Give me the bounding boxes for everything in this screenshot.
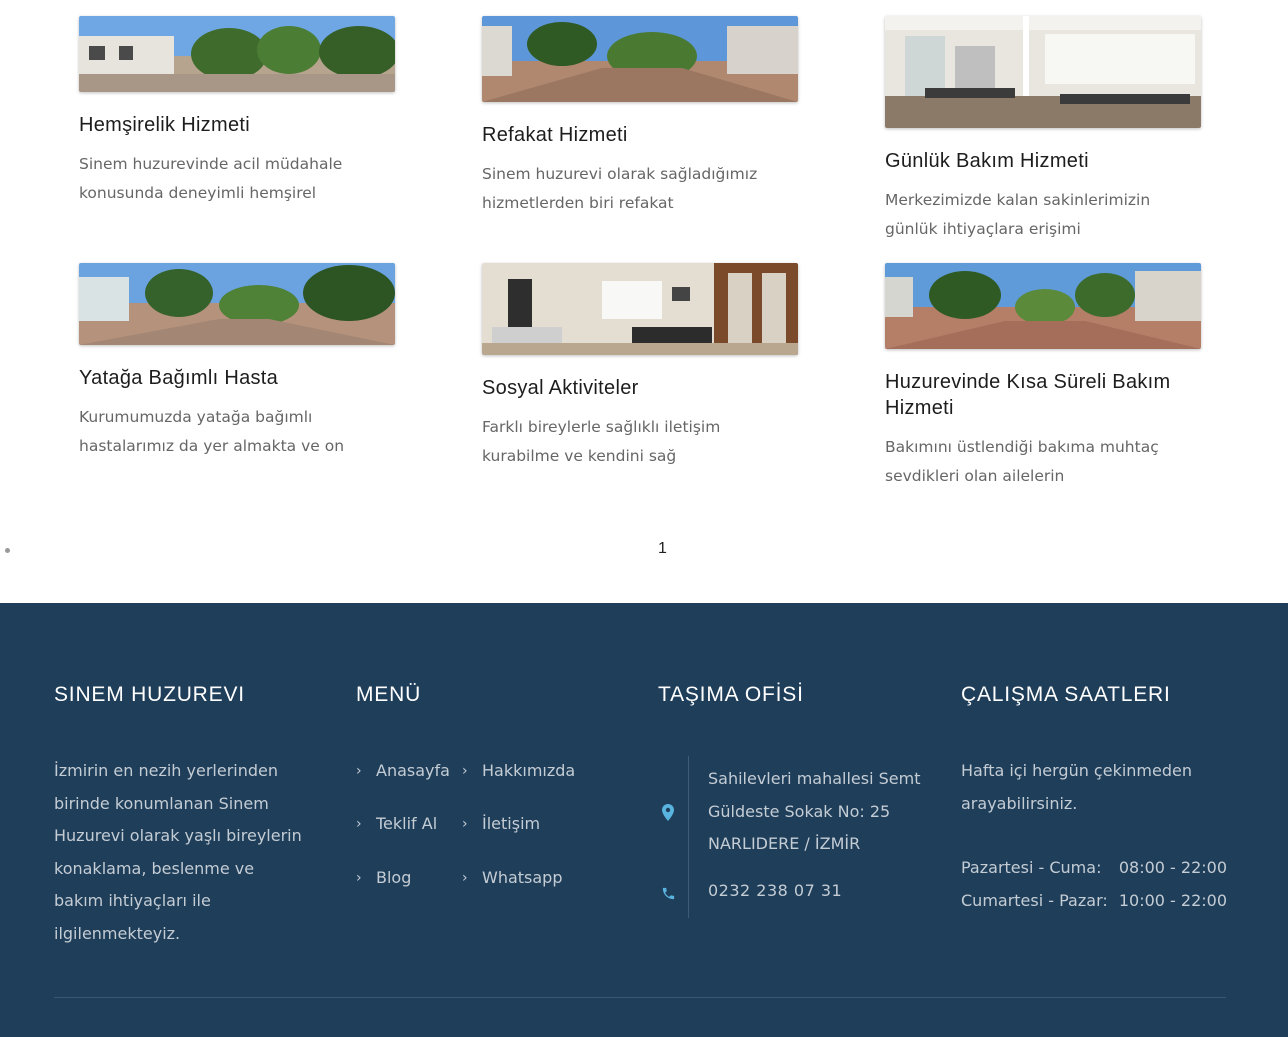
service-description: Merkezimizde kalan sakinlerimizin günlük… — [885, 191, 1151, 238]
service-card[interactable]: Günlük Bakım Hizmeti Merkezimizde kalan … — [885, 16, 1203, 244]
footer-menu-label[interactable]: Anasayfa — [376, 761, 450, 780]
footer-divider — [54, 997, 1226, 998]
hours-day: Pazartesi - Cuma: — [961, 858, 1102, 877]
footer-menu-label[interactable]: İletişim — [482, 814, 540, 833]
pagination-page-1[interactable]: 1 — [658, 540, 667, 558]
hours-time: 08:00 - 22:00 — [1118, 858, 1227, 877]
footer-menu-item[interactable]: › İletişim — [462, 814, 540, 833]
footer-menu-item[interactable]: › Hakkımızda — [462, 761, 575, 780]
hours-row: Cumartesi - Pazar: 10:00 - 22:00 — [961, 891, 1227, 910]
footer-menu-item[interactable]: › Anasayfa — [356, 761, 450, 780]
chevron-right-icon: › — [356, 815, 362, 832]
hours-intro: Hafta içi hergün çekinmeden arayabilirsi… — [961, 761, 1192, 813]
footer-menu-label[interactable]: Hakkımızda — [482, 761, 575, 780]
phone-icon — [661, 886, 676, 905]
service-image[interactable] — [885, 16, 1201, 128]
chevron-right-icon: › — [462, 815, 468, 832]
office-phone[interactable]: 0232 238 07 31 — [708, 881, 842, 900]
footer-about-text: İzmirin en nezih yerlerinden birinde kon… — [54, 761, 302, 943]
service-card[interactable]: Refakat Hizmeti Sinem huzurevi olarak sa… — [482, 16, 800, 218]
map-pin-icon — [662, 804, 674, 825]
service-title[interactable]: Refakat Hizmeti — [482, 122, 800, 148]
service-image[interactable] — [885, 263, 1201, 349]
service-title[interactable]: Sosyal Aktiviteler — [482, 375, 800, 401]
hours-time: 10:00 - 22:00 — [1118, 891, 1227, 910]
chevron-right-icon: › — [462, 869, 468, 886]
service-title[interactable]: Yatağa Bağımlı Hasta — [79, 365, 397, 391]
service-title[interactable]: Huzurevinde Kısa Süreli Bakım Hizmeti — [885, 369, 1203, 421]
service-description: Bakımını üstlendiği bakıma muhtaç sevdik… — [885, 438, 1159, 485]
service-card[interactable]: Hemşirelik Hizmeti Sinem huzurevinde aci… — [79, 16, 397, 208]
service-image[interactable] — [482, 16, 798, 102]
footer-menu-label[interactable]: Whatsapp — [482, 868, 563, 887]
services-grid: Hemşirelik Hizmeti Sinem huzurevinde aci… — [0, 0, 1288, 603]
footer-menu-label[interactable]: Blog — [376, 868, 411, 887]
footer-menu-item[interactable]: › Teklif Al — [356, 814, 437, 833]
footer-office-title: TAŞIMA OFİSİ — [658, 683, 804, 706]
service-description: Kurumumuzda yatağa bağımlı hastalarımız … — [79, 408, 345, 455]
service-description: Farklı bireylerle sağlıklı iletişim kura… — [482, 418, 721, 465]
office-divider — [688, 756, 689, 918]
pagination-bullet — [5, 548, 10, 553]
footer-hours-title: ÇALIŞMA SAATLERI — [961, 683, 1171, 706]
service-description: Sinem huzurevi olarak sağladığımız hizme… — [482, 165, 758, 212]
footer-menu-label[interactable]: Teklif Al — [376, 814, 437, 833]
chevron-right-icon: › — [356, 869, 362, 886]
footer-menu-item[interactable]: › Blog — [356, 868, 411, 887]
hours-row: Pazartesi - Cuma: 08:00 - 22:00 — [961, 858, 1227, 877]
service-description: Sinem huzurevinde acil müdahale konusund… — [79, 155, 343, 202]
office-address: Sahilevleri mahallesi Semt Güldeste Soka… — [708, 769, 921, 853]
service-image[interactable] — [79, 16, 395, 92]
service-title[interactable]: Hemşirelik Hizmeti — [79, 112, 397, 138]
footer-menu-title: MENÜ — [356, 683, 422, 706]
service-card[interactable]: Sosyal Aktiviteler Farklı bireylerle sağ… — [482, 263, 800, 471]
site-footer: SINEM HUZUREVI İzmirin en nezih yerlerin… — [0, 603, 1288, 1037]
footer-menu-item[interactable]: › Whatsapp — [462, 868, 563, 887]
service-title[interactable]: Günlük Bakım Hizmeti — [885, 148, 1203, 174]
service-image[interactable] — [79, 263, 395, 345]
footer-about-title: SINEM HUZUREVI — [54, 683, 245, 706]
hours-day: Cumartesi - Pazar: — [961, 891, 1108, 910]
service-image[interactable] — [482, 263, 798, 355]
chevron-right-icon: › — [356, 762, 362, 779]
service-card[interactable]: Huzurevinde Kısa Süreli Bakım Hizmeti Ba… — [885, 263, 1203, 491]
service-card[interactable]: Yatağa Bağımlı Hasta Kurumumuzda yatağa … — [79, 263, 397, 461]
chevron-right-icon: › — [462, 762, 468, 779]
